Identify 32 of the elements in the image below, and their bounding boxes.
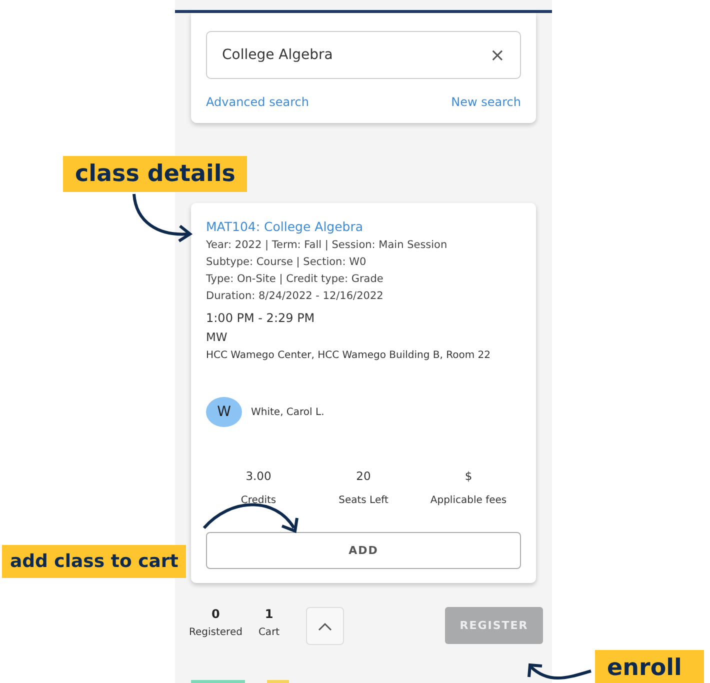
instructor-name: White, Carol L. — [251, 406, 324, 418]
search-link[interactable]: New search — [451, 95, 521, 109]
callout-label: enroll — [595, 650, 704, 683]
count-value: 0 — [212, 607, 220, 621]
count-label: Registered — [189, 627, 242, 638]
stat-label: Credits — [240, 495, 276, 506]
chevron-up-icon — [318, 622, 332, 630]
instructor-avatar: W — [206, 397, 242, 427]
stat-label: Applicable fees — [430, 495, 507, 506]
close-icon[interactable]: × — [490, 44, 505, 66]
stat-label: Seats Left — [338, 495, 388, 506]
expand-button[interactable] — [306, 607, 344, 645]
callout-label: class details — [63, 156, 248, 192]
count-label: Cart — [258, 627, 280, 638]
stat-value: 3.00 — [246, 469, 272, 483]
stat-value: 20 — [356, 469, 371, 483]
course-title-link[interactable]: MAT104: College Algebra — [206, 219, 364, 234]
add-button[interactable]: ADD — [206, 532, 521, 569]
callout-label: add class to cart — [2, 545, 186, 578]
course-detail: Duration: 8/24/2022 - 12/16/2022 — [206, 289, 384, 304]
count-value: 1 — [264, 607, 274, 621]
search-link[interactable]: Advanced search — [206, 95, 309, 109]
search-field[interactable]: College Algebra × — [206, 31, 521, 79]
course-detail: Subtype: Course | Section: W0 — [206, 255, 366, 270]
class-days: MW — [206, 330, 228, 344]
class-location: HCC Wamego Center, HCC Wamego Building B, Room 22 — [206, 350, 491, 361]
status-strip — [191, 680, 245, 683]
course-detail: Type: On-Site | Credit type: Grade — [206, 272, 384, 287]
status-strip — [267, 680, 289, 683]
course-detail: Year: 2022 | Term: Fall | Session: Main Session — [206, 238, 448, 253]
class-time: 1:00 PM - 2:29 PM — [206, 311, 315, 325]
stat-value: $ — [464, 469, 472, 483]
